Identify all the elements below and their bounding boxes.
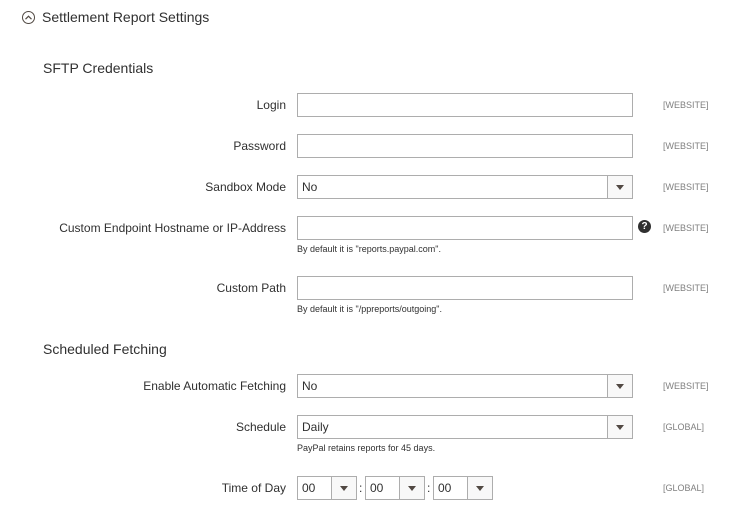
chevron-down-icon[interactable] (399, 477, 424, 499)
row-password: Password [WEBSITE] (0, 134, 745, 158)
chevron-down-icon[interactable] (331, 477, 356, 499)
chevron-up-circle-icon (22, 10, 35, 24)
password-input[interactable] (297, 134, 633, 158)
sandbox-mode-scope: [WEBSITE] (663, 182, 709, 192)
custom-path-note: By default it is "/ppreports/outgoing". (297, 304, 442, 314)
row-login: Login [WEBSITE] (0, 93, 745, 117)
group-title-scheduled-fetching: Scheduled Fetching (43, 341, 167, 357)
schedule-label: Schedule (235, 420, 286, 434)
time-separator: : (427, 481, 431, 495)
time-separator: : (359, 481, 363, 495)
login-label: Login (256, 98, 286, 112)
chevron-down-icon[interactable] (467, 477, 492, 499)
group-title-sftp: SFTP Credentials (43, 60, 154, 76)
hour-select[interactable]: 00 (297, 476, 357, 500)
sandbox-mode-value: No (302, 180, 318, 194)
custom-path-input[interactable] (297, 276, 633, 300)
second-value: 00 (438, 481, 452, 495)
sandbox-mode-label: Sandbox Mode (205, 180, 286, 194)
auto-fetching-scope: [WEBSITE] (663, 381, 709, 391)
sandbox-mode-select[interactable]: No (297, 175, 633, 199)
auto-fetching-value: No (302, 379, 318, 393)
chevron-down-icon[interactable] (607, 176, 632, 198)
row-custom-path: Custom Path [WEBSITE] By default it is "… (0, 276, 745, 314)
section-header-settlement-report[interactable]: Settlement Report Settings (22, 6, 209, 28)
section-title: Settlement Report Settings (42, 9, 210, 25)
custom-endpoint-note: By default it is "reports.paypal.com". (297, 244, 441, 254)
row-sandbox-mode: Sandbox Mode No [WEBSITE] (0, 175, 745, 199)
auto-fetching-label: Enable Automatic Fetching (143, 379, 286, 393)
custom-endpoint-input[interactable] (297, 216, 633, 240)
login-scope: [WEBSITE] (663, 100, 709, 110)
custom-path-label: Custom Path (216, 281, 286, 295)
second-select[interactable]: 00 (433, 476, 493, 500)
chevron-down-icon[interactable] (607, 375, 632, 397)
hour-value: 00 (302, 481, 316, 495)
schedule-scope: [GLOBAL] (663, 422, 705, 432)
schedule-select[interactable]: Daily (297, 415, 633, 439)
auto-fetching-select[interactable]: No (297, 374, 633, 398)
row-auto-fetching: Enable Automatic Fetching No [WEBSITE] (0, 374, 745, 398)
time-of-day-label: Time of Day (221, 481, 286, 495)
row-time-of-day: Time of Day 00 : 00 : 00 [GLOBAL] (0, 476, 745, 500)
custom-endpoint-scope: [WEBSITE] (663, 223, 709, 233)
minute-value: 00 (370, 481, 384, 495)
time-of-day-scope: [GLOBAL] (663, 483, 705, 493)
row-schedule: Schedule Daily [GLOBAL] PayPal retains r… (0, 415, 745, 453)
login-input[interactable] (297, 93, 633, 117)
help-icon[interactable]: ? (638, 220, 651, 233)
custom-path-scope: [WEBSITE] (663, 283, 709, 293)
row-custom-endpoint: Custom Endpoint Hostname or IP-Address ?… (0, 216, 745, 254)
schedule-note: PayPal retains reports for 45 days. (297, 443, 436, 453)
custom-endpoint-label: Custom Endpoint Hostname or IP-Address (59, 221, 286, 235)
password-label: Password (233, 139, 286, 153)
minute-select[interactable]: 00 (365, 476, 425, 500)
password-scope: [WEBSITE] (663, 141, 709, 151)
chevron-down-icon[interactable] (607, 416, 632, 438)
schedule-value: Daily (302, 420, 329, 434)
